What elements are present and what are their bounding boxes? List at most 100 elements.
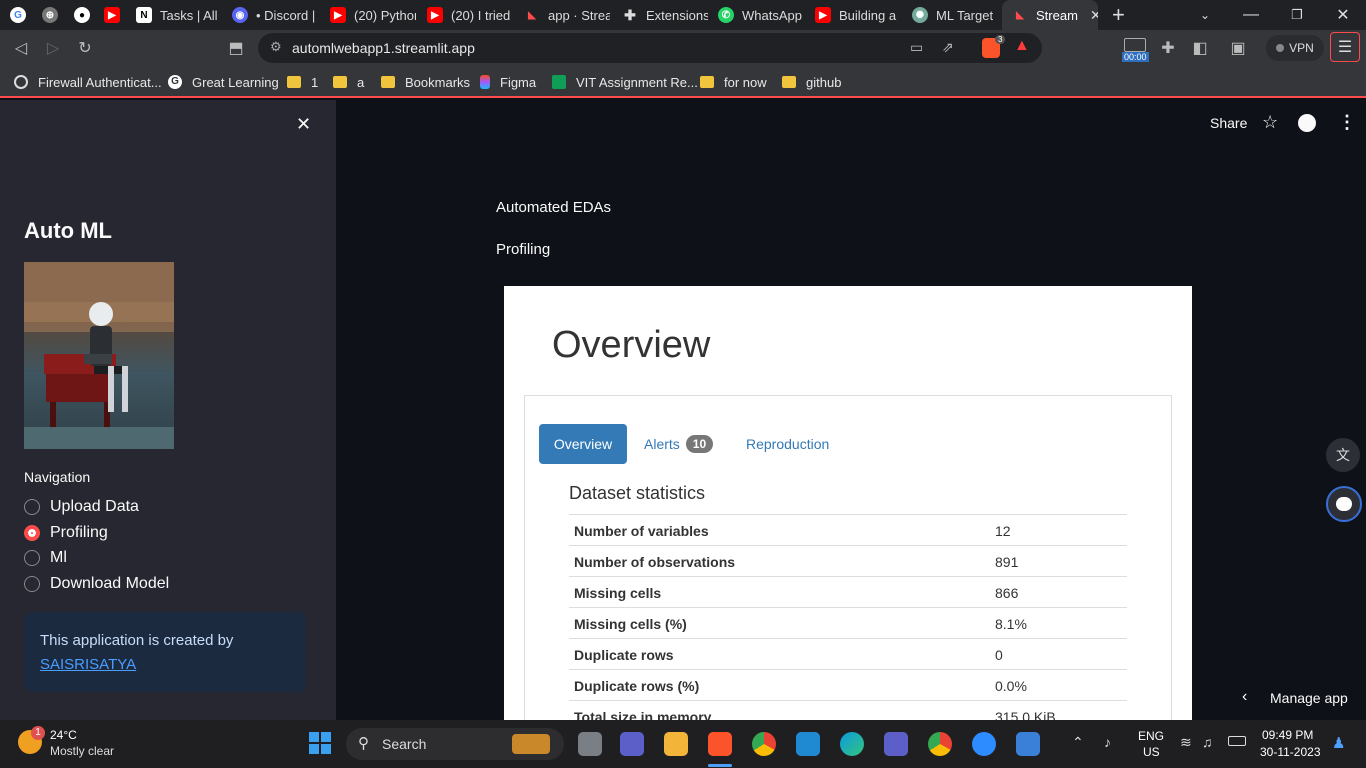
- chrome-icon[interactable]: [752, 732, 776, 756]
- assistant-icon[interactable]: [1326, 486, 1362, 522]
- teams-icon[interactable]: [884, 732, 908, 756]
- close-tab-icon[interactable]: ✕: [1090, 7, 1098, 24]
- screen-recorder-icon[interactable]: [1124, 38, 1146, 52]
- main-menu-icon[interactable]: ⋮: [1338, 112, 1356, 133]
- browser-tab[interactable]: ▶ (20) Python: [330, 0, 416, 30]
- browser-tab-active[interactable]: ◣ Stream ✕: [1002, 0, 1098, 30]
- url-field[interactable]: ⚙ automlwebapp1.streamlit.app ▭ ⇗ 3 ▲: [258, 33, 1042, 63]
- browser-tab[interactable]: ▶: [104, 0, 126, 30]
- tab-reproduction[interactable]: Reproduction: [746, 424, 829, 464]
- stat-key: Number of observations: [574, 554, 736, 570]
- browser-tab[interactable]: N Tasks | All t: [136, 0, 220, 30]
- search-box[interactable]: ⚲ Search: [346, 728, 564, 760]
- browser-tab[interactable]: ▶ Building a: [815, 0, 901, 30]
- bookmark-item[interactable]: G Great Learning: [168, 73, 279, 91]
- browser-tab[interactable]: ✆ WhatsApp: [718, 0, 804, 30]
- microphone-icon[interactable]: ♪: [1104, 734, 1111, 750]
- clock-date[interactable]: 30-11-2023: [1260, 745, 1321, 759]
- edge-icon[interactable]: [840, 732, 864, 756]
- bookmark-item[interactable]: Firewall Authenticat...: [14, 73, 162, 91]
- extensions-icon[interactable]: ✚: [1158, 38, 1178, 58]
- brave-icon[interactable]: [708, 732, 732, 756]
- language-primary[interactable]: ENG: [1138, 729, 1164, 743]
- folder-icon: [700, 76, 714, 88]
- radio-profiling[interactable]: Profiling: [24, 524, 108, 542]
- notepad-icon[interactable]: [1016, 732, 1040, 756]
- menu-icon[interactable]: ☰: [1330, 32, 1360, 62]
- browser-tab[interactable]: ◣ app · Strea: [524, 0, 610, 30]
- volume-icon[interactable]: ♫: [1202, 734, 1213, 750]
- brave-rewards-icon[interactable]: ▲: [1014, 37, 1030, 55]
- browser-tab-strip: G ⊕ ● ▶ N Tasks | All t ◉ • Discord | ▶ (20…: [0, 0, 1366, 30]
- forward-icon[interactable]: ▷: [43, 38, 63, 58]
- report-title: Overview: [552, 324, 711, 366]
- wallet-icon[interactable]: ▣: [1228, 38, 1248, 58]
- language-region[interactable]: US: [1143, 745, 1160, 759]
- tab-alerts[interactable]: Alerts 10: [644, 424, 714, 464]
- browser-tab[interactable]: ●: [74, 0, 96, 30]
- file-explorer-icon[interactable]: [664, 732, 688, 756]
- browser-tab-label: • Discord |: [256, 7, 316, 23]
- bookmark-icon[interactable]: ⬒: [226, 38, 246, 58]
- close-sidebar-icon[interactable]: ✕: [296, 114, 311, 135]
- vscode-icon[interactable]: [796, 732, 820, 756]
- radio-upload-data[interactable]: Upload Data: [24, 498, 139, 516]
- youtube-icon: ▶: [815, 7, 831, 23]
- sidebar-toggle-icon[interactable]: ◧: [1190, 38, 1210, 58]
- task-view-icon[interactable]: [578, 732, 602, 756]
- vpn-button[interactable]: VPN: [1266, 35, 1324, 61]
- close-window-icon[interactable]: ✕: [1320, 0, 1366, 30]
- chrome-profile-icon[interactable]: [928, 732, 952, 756]
- radio-download-model[interactable]: Download Model: [24, 575, 169, 593]
- bookmark-item[interactable]: github: [782, 73, 841, 91]
- folder-icon: [287, 76, 301, 88]
- bookmark-item[interactable]: Figma: [480, 73, 536, 91]
- battery-icon[interactable]: [1228, 736, 1246, 746]
- manage-app-button[interactable]: Manage app: [1270, 690, 1348, 706]
- stat-key: Duplicate rows: [574, 647, 674, 663]
- bookmark-label: Great Learning: [192, 74, 279, 90]
- table-row: Duplicate rows 0: [569, 638, 1127, 669]
- star-icon[interactable]: ☆: [1262, 112, 1278, 133]
- restore-icon[interactable]: ❐: [1274, 0, 1320, 30]
- bookmark-item[interactable]: 1: [287, 73, 318, 91]
- back-icon[interactable]: ◁: [11, 38, 31, 58]
- browser-tab[interactable]: G: [10, 0, 32, 30]
- cast-icon[interactable]: ▭: [910, 39, 923, 56]
- new-tab-button[interactable]: +: [1112, 0, 1132, 30]
- reload-icon[interactable]: ↻: [75, 38, 95, 58]
- minimize-icon[interactable]: —: [1228, 0, 1274, 30]
- bookmark-item[interactable]: Bookmarks: [381, 73, 470, 91]
- bookmark-label: Firewall Authenticat...: [38, 74, 162, 90]
- bookmark-item[interactable]: for now: [700, 73, 767, 91]
- site-info-icon[interactable]: ⚙: [270, 39, 282, 55]
- clock-time[interactable]: 09:49 PM: [1262, 728, 1313, 742]
- zoom-icon[interactable]: [972, 732, 996, 756]
- share-icon[interactable]: ⇗: [942, 39, 954, 56]
- chevron-left-icon[interactable]: ‹: [1242, 688, 1247, 706]
- browser-tab-label: ML Target: [936, 7, 994, 23]
- browser-tab[interactable]: ◉ • Discord |: [232, 0, 320, 30]
- browser-tab[interactable]: ✚ Extensions: [622, 0, 708, 30]
- meet-icon[interactable]: [620, 732, 644, 756]
- tab-search-icon[interactable]: ⌄: [1182, 0, 1228, 30]
- browser-tab[interactable]: ▶ (20) I tried: [427, 0, 513, 30]
- start-icon[interactable]: [309, 732, 331, 754]
- wifi-icon[interactable]: ≋: [1180, 734, 1192, 751]
- stat-value: 891: [995, 554, 1019, 570]
- browser-tab[interactable]: ✺ ML Target: [912, 0, 1000, 30]
- browser-tab[interactable]: ⊕: [42, 0, 64, 30]
- tray-overflow-icon[interactable]: ⌃: [1072, 734, 1084, 751]
- bookmark-item[interactable]: VIT Assignment Re...: [552, 73, 698, 91]
- stat-value: 12: [995, 523, 1011, 539]
- share-button[interactable]: Share: [1210, 115, 1247, 131]
- browser-tab-label: app · Strea: [548, 7, 610, 23]
- github-icon[interactable]: [1298, 114, 1316, 132]
- author-link[interactable]: SAISRISATYA: [40, 656, 136, 673]
- bookmark-item[interactable]: a: [333, 73, 364, 91]
- notification-bell-icon[interactable]: ♟: [1332, 734, 1345, 752]
- translate-icon[interactable]: 文: [1326, 438, 1360, 472]
- radio-ml[interactable]: Ml: [24, 549, 67, 567]
- tab-overview[interactable]: Overview: [539, 424, 627, 464]
- bookmark-label: 1: [311, 74, 319, 90]
